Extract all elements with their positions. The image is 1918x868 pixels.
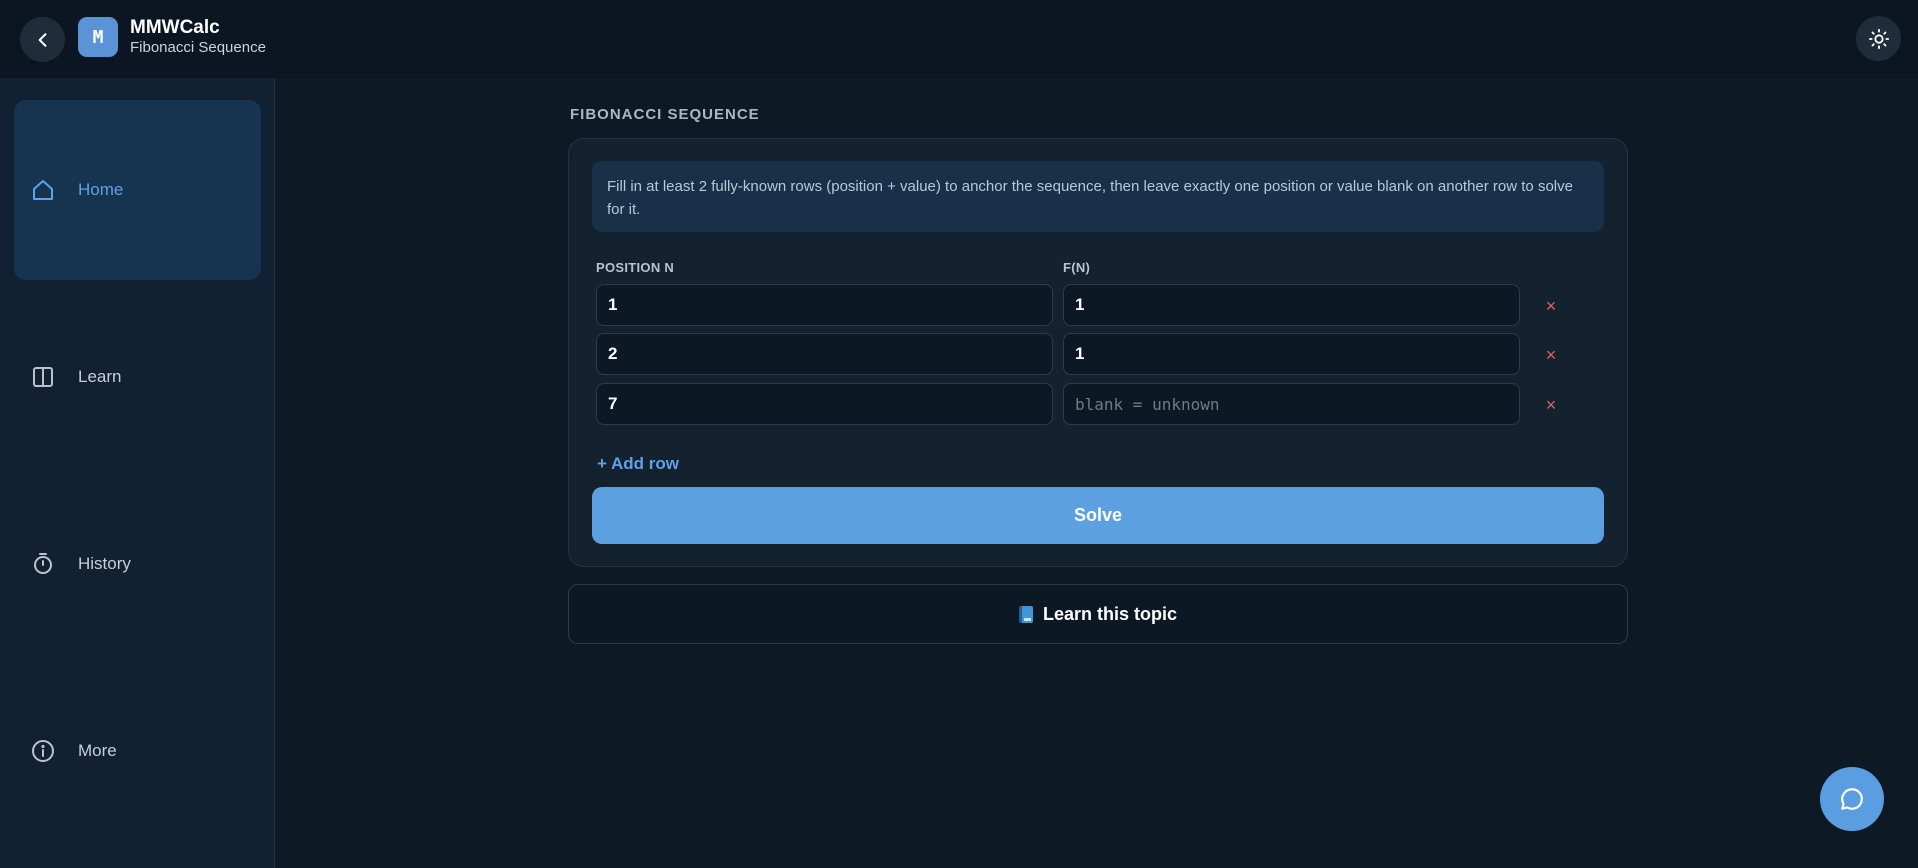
value-input[interactable]: 1	[1063, 333, 1520, 375]
sidebar-item-label: History	[78, 554, 131, 573]
value-column-header: F(N)	[1063, 260, 1091, 275]
sidebar-item-history[interactable]: History	[14, 474, 261, 654]
value-input[interactable]: 1	[1063, 284, 1520, 326]
sidebar-item-label: More	[78, 741, 117, 760]
position-input[interactable]: 7	[596, 383, 1053, 425]
info-icon	[30, 738, 56, 764]
book-icon	[1018, 605, 1033, 623]
sidebar-item-home[interactable]: Home	[14, 100, 261, 280]
app-title: MMWCalc	[130, 17, 220, 38]
position-input[interactable]: 2	[596, 333, 1053, 375]
learn-topic-button[interactable]: Learn this topic	[568, 584, 1628, 644]
sun-icon	[1868, 28, 1889, 49]
top-bar: M MMWCalc Fibonacci Sequence	[0, 0, 1918, 78]
remove-row-button[interactable]: ×	[1540, 295, 1562, 317]
calculator-card: Fill in at least 2 fully-known rows (pos…	[568, 138, 1628, 567]
value-input[interactable]: blank = unknown	[1063, 383, 1520, 425]
section-title: FIBONACCI SEQUENCE	[570, 106, 760, 123]
solve-button[interactable]: Solve	[592, 487, 1604, 544]
add-row-button[interactable]: + Add row	[597, 454, 679, 474]
instructions-text: Fill in at least 2 fully-known rows (pos…	[592, 161, 1604, 232]
book-open-icon	[30, 364, 56, 390]
position-column-header: POSITION N	[596, 260, 675, 275]
home-icon	[30, 177, 56, 203]
sidebar-item-label: Learn	[78, 367, 122, 386]
remove-row-button[interactable]: ×	[1540, 344, 1562, 366]
app-logo: M	[78, 17, 118, 57]
sidebar: Home Learn History More	[0, 78, 275, 868]
remove-row-button[interactable]: ×	[1540, 394, 1562, 416]
chat-bubble-icon	[1841, 788, 1863, 810]
sidebar-item-learn[interactable]: Learn	[14, 287, 261, 467]
sidebar-item-label: Home	[78, 180, 124, 199]
chevron-left-icon	[38, 32, 46, 47]
learn-topic-label: Learn this topic	[1042, 603, 1177, 624]
page-subtitle: Fibonacci Sequence	[130, 39, 266, 56]
back-button[interactable]	[20, 17, 65, 62]
position-input[interactable]: 1	[596, 284, 1053, 326]
theme-toggle-button[interactable]	[1856, 16, 1901, 61]
chat-button[interactable]	[1820, 767, 1884, 831]
timer-icon	[30, 551, 56, 577]
sidebar-item-more[interactable]: More	[14, 661, 261, 841]
